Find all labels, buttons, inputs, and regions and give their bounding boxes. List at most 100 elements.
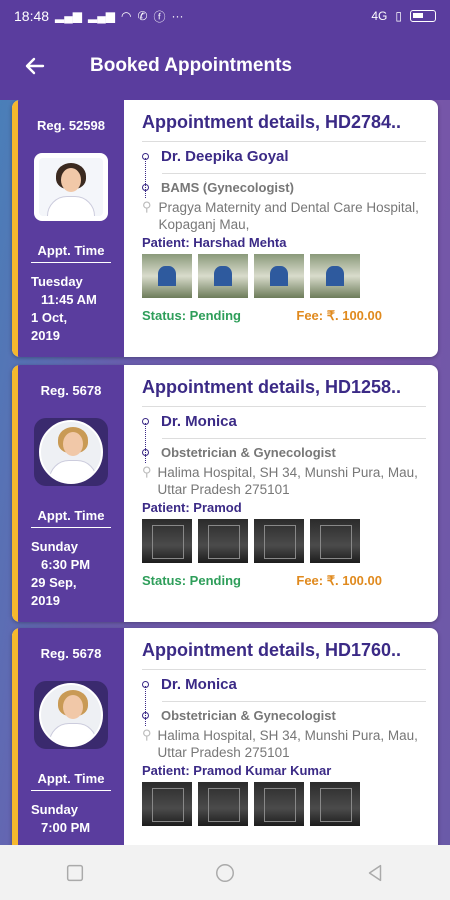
reg-number: Reg. 5678 — [40, 383, 102, 398]
patient-name: Patient: Pramod — [142, 500, 242, 515]
divider — [142, 406, 426, 407]
doctor-degree: BAMS (Gynecologist) — [161, 180, 294, 195]
appt-date: 29 Sep, — [31, 575, 77, 590]
divider — [142, 669, 426, 670]
clinic-photo[interactable] — [310, 519, 360, 563]
location-pin-icon: ⚲ — [142, 464, 152, 479]
back-button[interactable] — [0, 32, 70, 100]
reg-number: Reg. 5678 — [40, 646, 102, 661]
back-arrow-icon — [25, 57, 45, 75]
circle-icon — [216, 863, 234, 882]
appt-day: Tuesday — [31, 274, 83, 289]
recents-button[interactable] — [55, 853, 95, 893]
address-row: ⚲ Pragya Maternity and Dental Care Hospi… — [142, 199, 426, 233]
patient-name: Patient: Pramod Kumar Kumar — [142, 763, 332, 778]
appt-time-label: Appt. Time — [31, 771, 111, 791]
card-left-panel: Reg. 52598 Appt. Time Tuesday 11:45 AM 1… — [18, 100, 124, 357]
appointment-title[interactable]: Appointment details, HD1258.. — [142, 377, 426, 398]
status-row: Status: Pending Fee: ₹. 100.00 — [142, 308, 426, 324]
appt-day: Sunday — [31, 802, 78, 817]
reg-number: Reg. 52598 — [37, 118, 105, 133]
appointment-title[interactable]: Appointment details, HD1760.. — [142, 640, 426, 661]
clinic-photo[interactable] — [142, 254, 192, 298]
clinic-photo[interactable] — [254, 519, 304, 563]
appointment-card[interactable]: Reg. 5678 Appt. Time Sunday 7:00 PM Appo… — [12, 628, 438, 845]
doctor-row: Dr. Monica — [142, 676, 426, 693]
clinic-photo[interactable] — [254, 782, 304, 826]
vibrate-icon: ▯ — [395, 9, 402, 23]
card-left-panel: Reg. 5678 Appt. Time Sunday 7:00 PM — [18, 628, 124, 845]
appt-date: 1 Oct, — [31, 310, 68, 325]
address-row: ⚲ Halima Hospital, SH 34, Munshi Pura, M… — [142, 464, 426, 498]
divider — [162, 173, 426, 174]
location-pin-icon: ⚲ — [142, 199, 152, 214]
status-time: 18:48 — [14, 8, 50, 24]
square-icon — [66, 864, 84, 881]
network-type: 4G — [371, 9, 388, 23]
appt-datetime: Tuesday 11:45 AM 1 Oct, 2019 — [31, 273, 111, 345]
signal-icon: ▂▄▆ — [55, 9, 83, 23]
appt-time-label: Appt. Time — [31, 508, 111, 528]
card-left-panel: Reg. 5678 Appt. Time Sunday 6:30 PM 29 S… — [18, 365, 124, 622]
triangle-back-icon — [368, 864, 382, 881]
doctor-avatar — [34, 153, 108, 221]
timeline-line — [145, 423, 146, 463]
appt-day: Sunday — [31, 539, 78, 554]
timeline-line — [145, 686, 146, 726]
hospital-address: Halima Hospital, SH 34, Munshi Pura, Mau… — [157, 728, 418, 760]
doctor-name[interactable]: Dr. Monica — [161, 413, 237, 430]
doctor-degree: Obstetrician & Gynecologist — [161, 445, 336, 460]
wifi-icon: ◠ — [120, 9, 132, 23]
appt-datetime: Sunday 7:00 PM — [31, 801, 111, 837]
facebook-icon: ⓕ — [153, 9, 166, 24]
patient-name: Patient: Harshad Mehta — [142, 235, 287, 250]
timeline-line — [145, 158, 146, 198]
address-row: ⚲ Halima Hospital, SH 34, Munshi Pura, M… — [142, 727, 426, 761]
app-bar: Booked Appointments — [0, 32, 450, 100]
clinic-photo[interactable] — [254, 254, 304, 298]
degree-row: Obstetrician & Gynecologist — [142, 708, 426, 723]
more-icon: ··· — [171, 9, 184, 23]
degree-row: Obstetrician & Gynecologist — [142, 445, 426, 460]
status-row: Status: Pending Fee: ₹. 100.00 — [142, 573, 426, 589]
clinic-photo[interactable] — [310, 782, 360, 826]
appt-time-label: Appt. Time — [31, 243, 111, 263]
fee-text: Fee: ₹. 100.00 — [296, 573, 382, 588]
appointment-card[interactable]: Reg. 5678 Appt. Time Sunday 6:30 PM 29 S… — [12, 365, 438, 622]
signal-icon-2: ▂▄▆ — [88, 9, 115, 23]
appointment-card[interactable]: Reg. 52598 Appt. Time Tuesday 11:45 AM 1… — [12, 100, 438, 357]
divider — [162, 438, 426, 439]
appt-year: 2019 — [31, 593, 60, 608]
doctor-name[interactable]: Dr. Deepika Goyal — [161, 148, 289, 165]
system-nav-bar — [0, 845, 450, 900]
status-text: Status: Pending — [142, 573, 241, 588]
divider — [142, 141, 426, 142]
appt-year: 2019 — [31, 328, 60, 343]
appt-datetime: Sunday 6:30 PM 29 Sep, 2019 — [31, 538, 111, 610]
doctor-avatar — [34, 418, 108, 486]
battery-icon — [410, 10, 436, 22]
appointment-title[interactable]: Appointment details, HD2784.. — [142, 112, 426, 133]
clinic-photo[interactable] — [198, 782, 248, 826]
status-text: Status: Pending — [142, 308, 241, 323]
clinic-photo[interactable] — [198, 254, 248, 298]
doctor-degree: Obstetrician & Gynecologist — [161, 708, 336, 723]
clinic-photo[interactable] — [198, 519, 248, 563]
clinic-photo[interactable] — [142, 782, 192, 826]
appt-time: 7:00 PM — [41, 820, 91, 835]
phone-icon: ✆ — [137, 9, 148, 23]
degree-row: BAMS (Gynecologist) — [142, 180, 426, 195]
photo-gallery — [142, 519, 426, 563]
appt-time: 6:30 PM — [41, 557, 91, 572]
location-pin-icon: ⚲ — [142, 727, 152, 742]
divider — [162, 701, 426, 702]
doctor-avatar — [34, 681, 108, 749]
doctor-name[interactable]: Dr. Monica — [161, 676, 237, 693]
page-title: Booked Appointments — [90, 55, 292, 76]
clinic-photo[interactable] — [142, 519, 192, 563]
clinic-photo[interactable] — [310, 254, 360, 298]
photo-gallery — [142, 782, 426, 826]
appointments-list[interactable]: Reg. 52598 Appt. Time Tuesday 11:45 AM 1… — [0, 100, 450, 845]
home-button[interactable] — [205, 853, 245, 893]
back-nav-button[interactable] — [355, 853, 395, 893]
